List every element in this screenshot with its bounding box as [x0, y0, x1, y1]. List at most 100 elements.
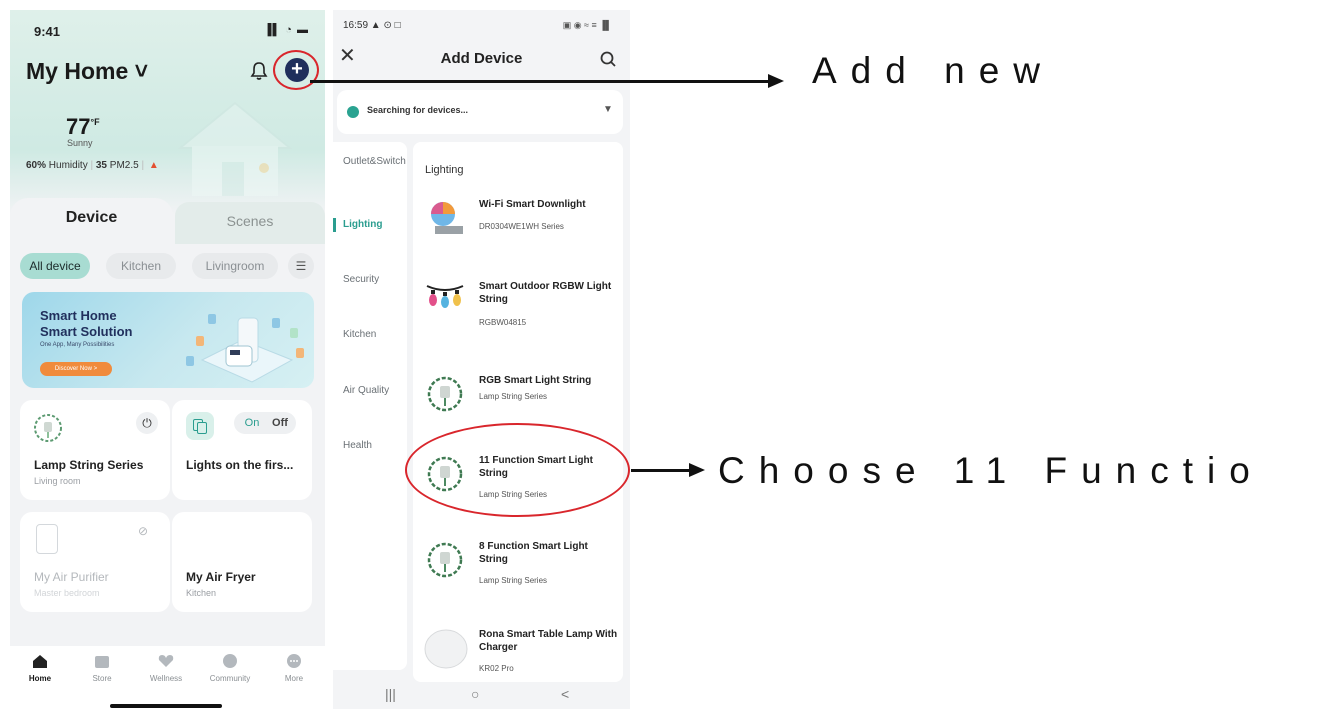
device-card-lamp-string[interactable]: ⏻ Lamp String Series Living room — [20, 400, 170, 500]
category-sidebar: Outlet&Switch Lighting Security Kitchen … — [333, 142, 407, 670]
light-string-image — [427, 376, 463, 412]
device-item-8-function-string[interactable]: 8 Function Smart Light String Lamp Strin… — [413, 540, 623, 600]
bottom-nav: Home Store Wellness Community More — [10, 646, 325, 709]
device-model: RGBW04815 — [479, 318, 527, 327]
device-item-rgb-string[interactable]: RGB Smart Light String Lamp String Serie… — [413, 374, 623, 424]
device-name: 8 Function Smart Light String — [479, 541, 588, 565]
status-bar: 9:41 ▐▌ ◔ ▬ — [10, 10, 325, 50]
nav-community[interactable]: Community — [200, 652, 260, 683]
category-kitchen[interactable]: Kitchen — [343, 329, 403, 341]
device-scenes-tabs: Device Scenes — [10, 198, 325, 244]
status-time: 9:41 — [34, 24, 61, 39]
chip-livingroom[interactable]: Livingroom — [192, 253, 278, 279]
nav-more[interactable]: More — [264, 652, 324, 683]
nav-community-label: Community — [209, 674, 251, 683]
add-highlight-circle — [273, 50, 319, 90]
category-security[interactable]: Security — [343, 274, 403, 286]
choose-annotation: Choose 11 Functio — [718, 450, 1264, 491]
heart-icon — [158, 655, 174, 667]
house-illustration — [177, 101, 293, 196]
device-card-air-purifier[interactable]: ⊘ My Air Purifier Master bedroom — [20, 512, 170, 612]
searching-indicator — [347, 106, 359, 118]
tab-scenes[interactable]: Scenes — [175, 202, 325, 244]
nav-store-label: Store — [92, 674, 112, 683]
banner-tagline: One App, Many Possibilities — [40, 342, 115, 348]
group-icon — [186, 412, 214, 440]
temperature-unit: °F — [90, 117, 100, 127]
table-lamp-image — [424, 629, 468, 669]
banner-line2: Smart Solution — [40, 324, 133, 339]
temperature: 77°F — [66, 114, 100, 140]
chip-kitchen[interactable]: Kitchen — [106, 253, 176, 279]
tab-device[interactable]: Device — [10, 198, 173, 244]
power-button[interactable]: ⏻ — [136, 412, 158, 434]
environment-readout: 60% Humidity | 35 PM2.5 | ▲ — [26, 160, 159, 171]
banner-line1: Smart Home — [40, 308, 117, 323]
humidity-value: 60% — [26, 160, 47, 171]
searching-text: Searching for devices... — [367, 105, 469, 115]
device-series: Lamp String Series — [479, 392, 548, 401]
recents-button[interactable]: ||| — [385, 686, 396, 702]
device-list: Lighting Wi-Fi Smart Downlight DR0304WE1… — [413, 142, 623, 682]
weather-condition: Sunny — [67, 138, 93, 148]
home-button[interactable]: ○ — [471, 686, 479, 702]
device-item-outdoor-rgbw[interactable]: Smart Outdoor RGBW Light String RGBW0481… — [413, 280, 623, 340]
more-icon — [287, 654, 301, 668]
device-name: Lamp String Series — [34, 458, 144, 472]
flame-icon: ▲ — [148, 160, 159, 171]
device-item-downlight[interactable]: Wi-Fi Smart Downlight DR0304WE1WH Series — [413, 198, 623, 248]
searching-panel[interactable]: Searching for devices... ▼ — [337, 90, 623, 134]
device-model: KR02 Pro — [479, 664, 514, 673]
category-lighting[interactable]: Lighting — [343, 219, 403, 231]
nav-home[interactable]: Home — [10, 652, 70, 683]
bell-icon[interactable] — [248, 60, 270, 82]
home-app-screen: 9:41 ▐▌ ◔ ▬ My Home ˅ + 77°F Sunny 60% H… — [10, 10, 325, 709]
room-menu-icon[interactable]: ☰ — [288, 253, 314, 279]
device-card-lights-first-floor[interactable]: On Off Lights on the firs... — [172, 400, 312, 500]
nav-home-label: Home — [28, 674, 52, 683]
light-string-image — [427, 542, 463, 578]
add-new-arrow-line — [310, 80, 770, 83]
promo-banner[interactable]: Smart Home Smart Solution One App, Many … — [22, 292, 314, 388]
home-icon — [33, 655, 47, 668]
add-new-annotation: Add new — [812, 50, 1054, 91]
choose-highlight-circle — [405, 423, 630, 517]
nav-more-label: More — [284, 674, 304, 683]
air-purifier-icon — [36, 524, 58, 554]
off-option[interactable]: Off — [266, 414, 294, 432]
status-icons: ▐▌ ◔ ▬ — [263, 24, 309, 36]
chip-all-device[interactable]: All device — [20, 253, 90, 279]
banner-discover-button[interactable]: Discover Now > — [40, 362, 112, 376]
nav-store[interactable]: Store — [72, 652, 132, 683]
device-card-air-fryer[interactable]: My Air Fryer Kitchen — [172, 512, 312, 612]
device-item-rona-table-lamp[interactable]: Rona Smart Table Lamp With Charger KR02 … — [413, 628, 623, 682]
device-name: My Air Purifier — [34, 570, 109, 584]
humidity-label: Humidity — [48, 160, 88, 171]
device-model: DR0304WE1WH Series — [479, 222, 564, 231]
offline-icon: ⊘ — [138, 524, 149, 538]
back-button[interactable]: < — [561, 686, 569, 702]
add-new-arrow-head — [768, 74, 784, 88]
nav-wellness[interactable]: Wellness — [136, 652, 196, 683]
status-time: 16:59 ▲ ⊙ □ — [343, 20, 401, 31]
on-option[interactable]: On — [238, 414, 266, 432]
search-icon[interactable] — [599, 50, 617, 68]
chevron-down-icon[interactable]: ▼ — [603, 104, 613, 115]
pm-value: 35 — [95, 160, 107, 171]
active-category-marker — [333, 218, 336, 232]
home-selector[interactable]: My Home ˅ — [26, 58, 148, 85]
choose-arrow-head — [689, 463, 705, 477]
status-icons: ▣ ◉ ≈ ≡ ▐▌ — [562, 20, 612, 30]
device-name: Wi-Fi Smart Downlight — [479, 199, 586, 210]
light-string-icon — [34, 414, 62, 442]
home-indicator — [110, 704, 222, 708]
on-off-toggle[interactable]: On Off — [234, 412, 296, 434]
category-health[interactable]: Health — [343, 440, 403, 452]
device-name: RGB Smart Light String — [479, 375, 592, 386]
device-series: Lamp String Series — [479, 576, 548, 585]
category-air-quality[interactable]: Air Quality — [343, 385, 403, 397]
category-outlet-switch[interactable]: Outlet&Switch — [343, 156, 406, 168]
smart-home-illustration — [186, 314, 304, 383]
store-icon — [95, 656, 109, 668]
device-room: Master bedroom — [34, 588, 100, 598]
